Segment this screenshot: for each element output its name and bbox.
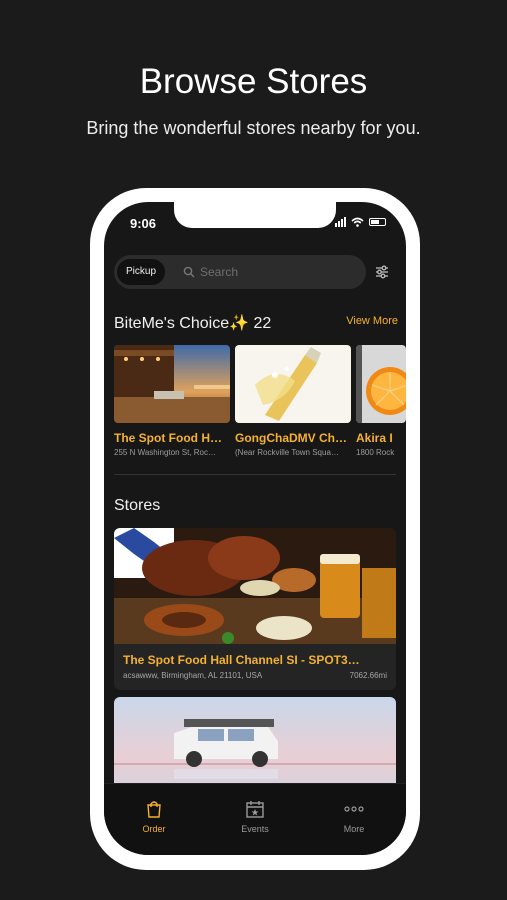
phone-notch	[174, 202, 336, 228]
search-icon	[183, 266, 195, 278]
choice-card[interactable]: Akira I 1800 Rock	[356, 345, 406, 457]
search-input[interactable]	[200, 262, 350, 282]
stores-section-title: Stores	[114, 497, 161, 514]
pickup-toggle-button[interactable]: Pickup	[117, 259, 166, 285]
tab-label: Events	[241, 824, 269, 834]
more-dots-icon	[344, 806, 364, 812]
bag-icon	[147, 801, 161, 818]
cellular-signal-icon	[335, 217, 346, 227]
store-address: acsawww, Birmingham, AL 21101, USA	[123, 671, 263, 680]
choice-section-title: BiteMe's Choice✨ 22	[114, 315, 272, 332]
battery-icon	[369, 218, 386, 226]
store-distance: 7062.66mi	[349, 671, 387, 680]
choice-card-name: GongChaDMV Ch…	[235, 431, 347, 445]
choice-card-name: The Spot Food H…	[114, 431, 222, 445]
phone-frame: 9:06 Pickup BiteMe's Choice✨ 22 View Mor…	[90, 188, 420, 870]
store-photo	[235, 345, 351, 423]
calendar-icon	[246, 801, 264, 818]
choice-card-address: 1800 Rock	[356, 448, 395, 457]
section-divider	[114, 474, 396, 475]
promo-title: Browse Stores	[139, 62, 368, 101]
store-photo	[114, 345, 230, 423]
choice-card[interactable]: GongChaDMV Ch… (Near Rockville Town Squa…	[235, 345, 351, 457]
store-photo	[114, 528, 396, 644]
wifi-icon	[351, 217, 364, 227]
store-meta: acsawww, Birmingham, AL 21101, USA 7062.…	[114, 667, 396, 680]
choice-card-name: Akira I	[356, 431, 393, 445]
bottom-tab-bar: Order Events More	[104, 783, 406, 855]
view-more-link[interactable]: View More	[346, 315, 398, 327]
tab-events[interactable]: Events	[215, 800, 295, 834]
status-icons	[335, 217, 386, 227]
app-screen: 9:06 Pickup BiteMe's Choice✨ 22 View Mor…	[104, 202, 406, 855]
choice-card-address: (Near Rockville Town Squa…	[235, 448, 339, 457]
choice-card[interactable]: The Spot Food H… 255 N Washington St, Ro…	[114, 345, 230, 457]
store-photo	[356, 345, 406, 423]
search-bar: Pickup	[114, 255, 366, 289]
store-name: The Spot Food Hall Channel SI - SPOT3…	[123, 653, 360, 667]
tab-order[interactable]: Order	[114, 800, 194, 834]
promo-subtitle: Bring the wonderful stores nearby for yo…	[86, 118, 421, 138]
tab-label: More	[343, 824, 365, 834]
store-card[interactable]: The Spot Food Hall Channel SI - SPOT3… a…	[114, 528, 396, 690]
choice-card-address: 255 N Washington St, Roc…	[114, 448, 216, 457]
tab-more[interactable]: More	[314, 800, 394, 834]
tab-label: Order	[142, 824, 166, 834]
status-time: 9:06	[130, 216, 157, 231]
filter-icon[interactable]	[374, 264, 390, 280]
